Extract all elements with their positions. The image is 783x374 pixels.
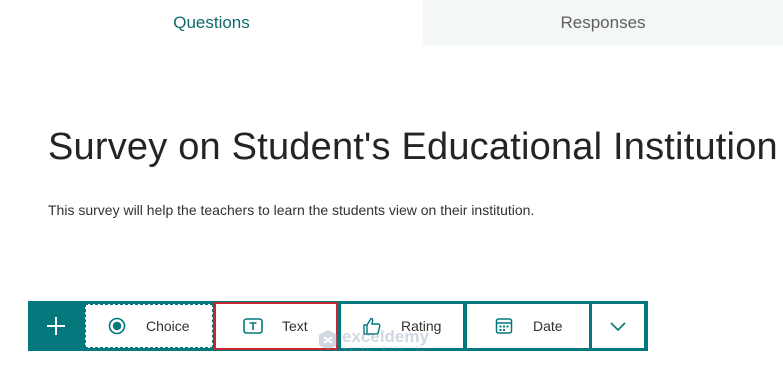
choice-label: Choice bbox=[146, 318, 190, 334]
rating-button[interactable]: Rating bbox=[341, 304, 463, 348]
more-types-button[interactable] bbox=[592, 304, 644, 348]
choice-button[interactable]: Choice bbox=[85, 304, 213, 348]
form-description[interactable]: This survey will help the teachers to le… bbox=[48, 202, 534, 218]
add-question-button[interactable] bbox=[28, 301, 83, 351]
thumbs-up-icon bbox=[361, 315, 383, 337]
date-label: Date bbox=[533, 318, 563, 334]
radio-icon bbox=[106, 315, 128, 337]
form-title[interactable]: Survey on Student's Educational Institut… bbox=[48, 126, 778, 169]
tab-questions[interactable]: Questions bbox=[0, 0, 423, 45]
plus-icon bbox=[46, 317, 65, 335]
date-button[interactable]: Date bbox=[467, 304, 589, 348]
tab-bar: Questions Responses bbox=[0, 0, 783, 45]
calendar-icon bbox=[493, 315, 515, 337]
text-button[interactable]: Text bbox=[214, 302, 338, 350]
chevron-down-icon bbox=[610, 322, 626, 332]
text-label: Text bbox=[282, 318, 308, 334]
tab-responses[interactable]: Responses bbox=[423, 0, 783, 45]
rating-label: Rating bbox=[401, 318, 442, 334]
text-box-icon bbox=[242, 315, 264, 337]
question-type-toolbar: Choice Text Rating Date bbox=[28, 301, 648, 351]
